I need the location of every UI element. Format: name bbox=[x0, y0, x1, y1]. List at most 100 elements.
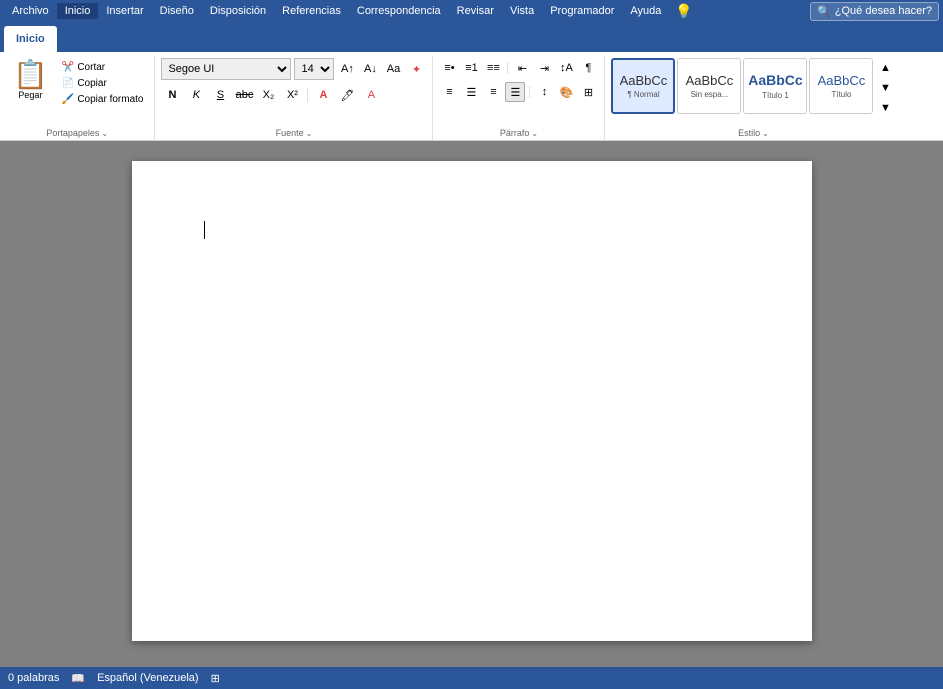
increase-font-btn[interactable]: A↑ bbox=[337, 59, 357, 79]
multilevel-btn[interactable]: ≡≡ bbox=[483, 58, 503, 78]
menu-archivo[interactable]: Archivo bbox=[4, 3, 57, 19]
style-normal-label: ¶ Normal bbox=[627, 90, 659, 99]
parrafo-label: Párrafo ⌄ bbox=[433, 128, 604, 138]
strikethrough-button[interactable]: abc bbox=[233, 84, 255, 106]
font-name-select[interactable]: Segoe UI bbox=[161, 58, 291, 80]
para-fill-color-btn[interactable]: 🎨 bbox=[556, 82, 576, 102]
search-icon: 🔍 bbox=[817, 5, 831, 18]
expand-parrafo-icon[interactable]: ⌄ bbox=[531, 129, 538, 138]
styles-gallery: AaBbCc ¶ Normal AaBbCc Sin espa... AaBbC… bbox=[611, 58, 873, 114]
group-portapapeles: 📋 Pegar ✂️ Cortar 📄 Copiar 🖌️ Copiar for… bbox=[0, 56, 155, 140]
bullets-btn[interactable]: ≡• bbox=[439, 58, 459, 78]
decrease-indent-btn[interactable]: ⇤ bbox=[512, 58, 532, 78]
ribbon-content: 📋 Pegar ✂️ Cortar 📄 Copiar 🖌️ Copiar for… bbox=[0, 52, 943, 140]
parrafo-content: ≡• ≡1 ≡≡ ⇤ ⇥ ↕A ¶ ≡ ☰ ≡ ☰ ↕ 🎨 bbox=[439, 58, 598, 138]
align-center-btn[interactable]: ☰ bbox=[461, 82, 481, 102]
text-highlight-btn[interactable]: 🖊 bbox=[336, 84, 358, 106]
portapapeles-label: Portapapeles ⌄ bbox=[0, 128, 154, 138]
font-size-select[interactable]: 14 89101112 14161820 bbox=[294, 58, 334, 80]
style-normal[interactable]: AaBbCc ¶ Normal bbox=[611, 58, 675, 114]
expand-fuente-icon[interactable]: ⌄ bbox=[306, 129, 313, 138]
expand-estilos-icon[interactable]: ⌄ bbox=[762, 129, 769, 138]
style-no-spacing[interactable]: AaBbCc Sin espa... bbox=[677, 58, 741, 114]
tab-inicio[interactable]: Inicio bbox=[4, 26, 57, 52]
cut-button[interactable]: ✂️ Cortar bbox=[57, 60, 149, 75]
scissors-icon: ✂️ bbox=[62, 62, 74, 73]
lightbulb-icon[interactable]: 💡 bbox=[675, 3, 692, 20]
change-case-btn[interactable]: Aa bbox=[383, 59, 403, 79]
menu-programador[interactable]: Programador bbox=[542, 3, 622, 19]
estilos-label: Estilo ⌄ bbox=[605, 128, 901, 138]
paste-label: Pegar bbox=[18, 90, 42, 100]
italic-button[interactable]: K bbox=[185, 84, 207, 106]
document-area[interactable] bbox=[0, 141, 943, 667]
styles-more[interactable]: ▼ bbox=[875, 98, 895, 118]
font-style-row: N K S abc X₂ X² A 🖊 A bbox=[161, 84, 382, 106]
styles-scroll-up[interactable]: ▲ bbox=[875, 58, 895, 78]
line-spacing-btn[interactable]: ↕ bbox=[534, 82, 554, 102]
para-divider1 bbox=[507, 62, 508, 74]
menu-insertar[interactable]: Insertar bbox=[98, 3, 151, 19]
menu-inicio[interactable]: Inicio bbox=[57, 3, 99, 19]
show-marks-btn[interactable]: ¶ bbox=[578, 58, 598, 78]
group-estilos: AaBbCc ¶ Normal AaBbCc Sin espa... AaBbC… bbox=[605, 56, 901, 140]
document-page[interactable] bbox=[132, 161, 812, 641]
styles-nav: ▲ ▼ ▼ bbox=[875, 58, 895, 130]
expand-portapapeles-icon[interactable]: ⌄ bbox=[101, 129, 108, 138]
styles-scroll-down[interactable]: ▼ bbox=[875, 78, 895, 98]
language-item[interactable]: Español (Venezuela) bbox=[97, 672, 199, 684]
paste-icon: 📋 bbox=[13, 61, 48, 89]
decrease-font-btn[interactable]: A↓ bbox=[360, 59, 380, 79]
style-heading2[interactable]: AaBbCc Título bbox=[809, 58, 873, 114]
proofing-icon: 📖 bbox=[71, 672, 85, 685]
word-count: 0 palabras bbox=[8, 672, 59, 684]
para-divider2 bbox=[529, 86, 530, 98]
increase-indent-btn[interactable]: ⇥ bbox=[534, 58, 554, 78]
clear-format-btn[interactable]: ✦ bbox=[406, 59, 426, 79]
style-heading1-preview: AaBbCc bbox=[748, 72, 802, 89]
menu-vista[interactable]: Vista bbox=[502, 3, 542, 19]
numbering-btn[interactable]: ≡1 bbox=[461, 58, 481, 78]
format-brush-icon: 🖌️ bbox=[62, 94, 74, 105]
subscript-button[interactable]: X₂ bbox=[257, 84, 279, 106]
group-parrafo: ≡• ≡1 ≡≡ ⇤ ⇥ ↕A ¶ ≡ ☰ ≡ ☰ ↕ 🎨 bbox=[433, 56, 605, 140]
style-normal-preview: AaBbCc bbox=[620, 73, 668, 89]
menu-ayuda[interactable]: Ayuda bbox=[622, 3, 669, 19]
style-heading1[interactable]: AaBbCc Título 1 bbox=[743, 58, 807, 114]
justify-btn[interactable]: ☰ bbox=[505, 82, 525, 102]
style-heading1-label: Título 1 bbox=[762, 91, 789, 100]
group-fuente: Segoe UI 14 89101112 14161820 A↑ A↓ Aa ✦… bbox=[155, 56, 433, 140]
style-heading2-preview: AaBbCc bbox=[818, 73, 866, 89]
fuente-content: Segoe UI 14 89101112 14161820 A↑ A↓ Aa ✦… bbox=[161, 58, 426, 138]
menu-revisar[interactable]: Revisar bbox=[449, 3, 502, 19]
copy-button[interactable]: 📄 Copiar bbox=[57, 76, 149, 91]
menu-bar: Archivo Inicio Insertar Diseño Disposici… bbox=[0, 0, 943, 22]
fuente-label: Fuente ⌄ bbox=[155, 128, 432, 138]
font-divider bbox=[307, 88, 308, 102]
paste-button[interactable]: 📋 Pegar bbox=[6, 58, 55, 103]
macro-item[interactable]: ⊞ bbox=[211, 672, 220, 685]
menu-referencias[interactable]: Referencias bbox=[274, 3, 349, 19]
menu-diseno[interactable]: Diseño bbox=[152, 3, 202, 19]
style-heading2-label: Título bbox=[831, 90, 851, 99]
underline-button[interactable]: S bbox=[209, 84, 231, 106]
ribbon: Inicio 📋 Pegar ✂️ Cortar 📄 Copiar bbox=[0, 22, 943, 141]
para-row-1: ≡• ≡1 ≡≡ ⇤ ⇥ ↕A ¶ bbox=[439, 58, 598, 78]
bold-button[interactable]: N bbox=[161, 84, 183, 106]
menu-correspondencia[interactable]: Correspondencia bbox=[349, 3, 449, 19]
font-row-1: Segoe UI 14 89101112 14161820 A↑ A↓ Aa ✦ bbox=[161, 58, 426, 80]
text-cursor bbox=[204, 221, 206, 239]
align-left-btn[interactable]: ≡ bbox=[439, 82, 459, 102]
font-bg-color-btn[interactable]: A bbox=[360, 84, 382, 106]
font-color-btn[interactable]: A bbox=[312, 84, 334, 106]
format-copy-button[interactable]: 🖌️ Copiar formato bbox=[57, 92, 149, 107]
copy-icon: 📄 bbox=[62, 78, 74, 89]
sort-btn[interactable]: ↕A bbox=[556, 58, 576, 78]
superscript-button[interactable]: X² bbox=[281, 84, 303, 106]
proofing-icon-item[interactable]: 📖 bbox=[71, 672, 85, 685]
menu-disposicion[interactable]: Disposición bbox=[202, 3, 274, 19]
help-search-input[interactable]: 🔍 ¿Qué desea hacer? bbox=[810, 2, 939, 21]
align-right-btn[interactable]: ≡ bbox=[483, 82, 503, 102]
borders-btn[interactable]: ⊞ bbox=[578, 82, 598, 102]
clipboard-actions: ✂️ Cortar 📄 Copiar 🖌️ Copiar formato bbox=[57, 58, 149, 107]
